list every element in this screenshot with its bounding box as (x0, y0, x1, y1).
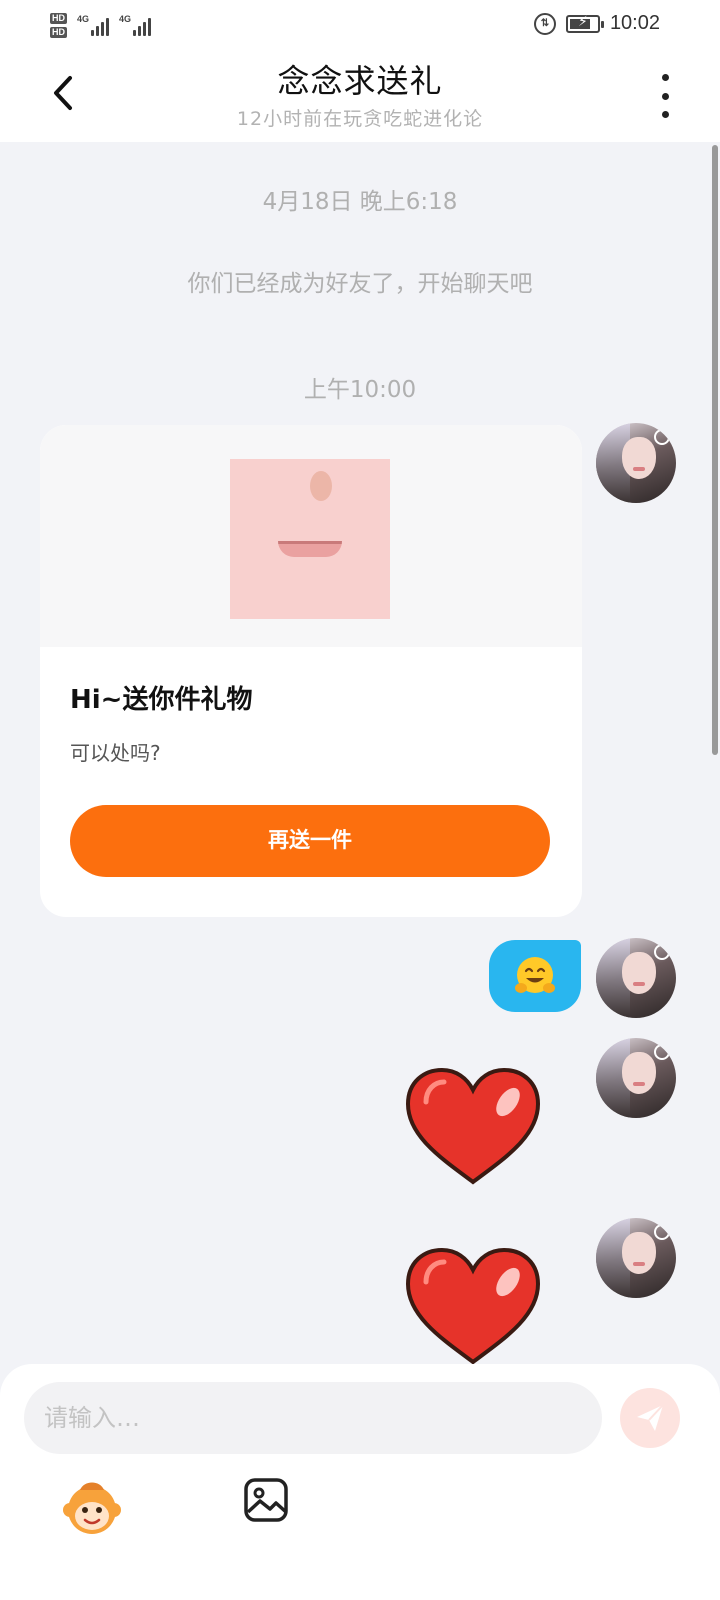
hd-badge: HD (50, 12, 67, 24)
gallery-icon[interactable] (242, 1476, 290, 1524)
emoji-message-bubble[interactable] (489, 940, 581, 1012)
more-options-button[interactable] (650, 74, 680, 118)
send-another-gift-button[interactable]: 再送一件 (70, 805, 550, 877)
chat-header: 念念求送礼 12小时前在玩贪吃蛇进化论 (0, 50, 720, 142)
hd-badge: HD (50, 26, 67, 38)
network-label: 4G (77, 14, 90, 24)
avatar[interactable] (596, 1038, 676, 1118)
signal-icon: 4G (77, 14, 110, 36)
hd-badges: HD HD (50, 12, 67, 38)
monkey-emoji-icon[interactable] (60, 1476, 124, 1540)
message-input[interactable] (24, 1382, 602, 1454)
system-notice: 你们已经成为好友了，开始聊天吧 (187, 271, 533, 297)
paper-plane-icon (637, 1404, 664, 1431)
avatar[interactable] (596, 1218, 676, 1298)
status-bar: HD HD 4G 4G ⇅ ⚡ 10:02 (0, 0, 720, 50)
hugging-face-emoji-icon (515, 957, 555, 993)
more-dot-icon (661, 111, 669, 118)
gift-card-message[interactable]: Hi~送你件礼物 可以处吗? 再送一件 (40, 425, 582, 917)
gift-image-area (40, 425, 582, 647)
heart-icon (405, 1067, 541, 1185)
message-composer (0, 1364, 720, 1600)
avatar[interactable] (596, 938, 676, 1018)
battery-icon: ⚡ (565, 14, 604, 33)
heart-icon (405, 1247, 541, 1365)
more-dot-icon (661, 92, 669, 100)
avatar[interactable] (596, 423, 676, 503)
chat-title: 念念求送礼 (277, 62, 443, 100)
network-label: 4G (119, 14, 132, 24)
heart-sticker[interactable] (402, 1064, 544, 1190)
scrollbar[interactable] (712, 145, 718, 755)
timestamp: 上午10:00 (303, 377, 417, 403)
send-button[interactable] (620, 1388, 680, 1448)
signal-icon: 4G (119, 14, 152, 36)
status-time: 10:02 (609, 12, 660, 34)
data-transfer-icon: ⇅ (533, 12, 556, 35)
gift-card-subtitle: 可以处吗? (70, 741, 161, 765)
chat-subtitle: 12小时前在玩贪吃蛇进化论 (236, 108, 484, 130)
heart-sticker[interactable] (402, 1244, 544, 1370)
timestamp: 4月18日 晚上6:18 (262, 189, 458, 215)
status-left: HD HD 4G 4G (50, 8, 152, 42)
more-dot-icon (661, 74, 669, 81)
gift-card-title: Hi~送你件礼物 (70, 685, 253, 715)
gift-image[interactable] (230, 459, 390, 619)
status-right: ⇅ ⚡ 10:02 (533, 12, 660, 35)
